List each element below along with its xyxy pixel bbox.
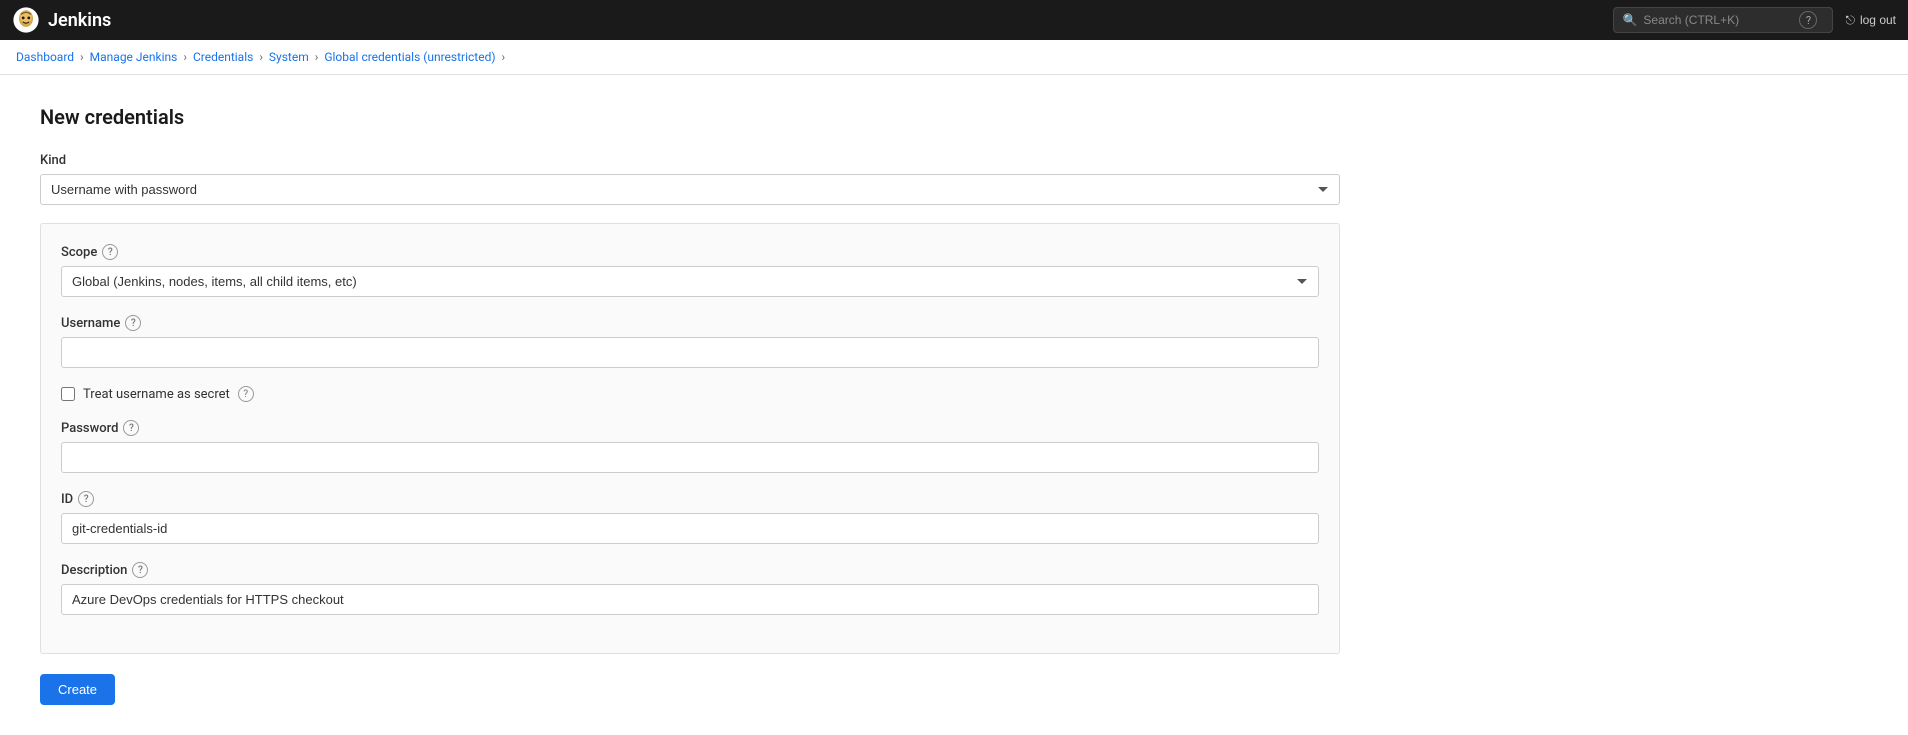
password-input[interactable] (61, 442, 1319, 473)
treat-username-secret-checkbox[interactable] (61, 387, 75, 401)
scope-group: Scope ? Global (Jenkins, nodes, items, a… (61, 244, 1319, 297)
password-help-icon[interactable]: ? (123, 420, 139, 436)
treat-username-help-icon[interactable]: ? (238, 386, 254, 402)
breadcrumb-credentials[interactable]: Credentials (193, 50, 253, 64)
description-input[interactable] (61, 584, 1319, 615)
breadcrumb-manage-jenkins[interactable]: Manage Jenkins (90, 50, 178, 64)
logout-icon: ⎋ (1845, 13, 1855, 28)
id-label: ID ? (61, 491, 1319, 507)
search-icon: 🔍 (1622, 13, 1637, 27)
breadcrumb-sep-4: › (315, 50, 319, 64)
id-group: ID ? (61, 491, 1319, 544)
description-label: Description ? (61, 562, 1319, 578)
username-label-text: Username (61, 316, 120, 331)
breadcrumb: Dashboard › Manage Jenkins › Credentials… (0, 40, 1908, 75)
id-label-text: ID (61, 492, 73, 507)
breadcrumb-sep-5: › (502, 50, 506, 64)
breadcrumb-global-credentials[interactable]: Global credentials (unrestricted) (324, 50, 495, 64)
scope-label-text: Scope (61, 245, 97, 260)
credentials-form: Kind Username with password Secret text … (40, 153, 1340, 705)
header-left: Jenkins (12, 6, 111, 34)
description-group: Description ? (61, 562, 1319, 615)
kind-label-text: Kind (40, 153, 66, 168)
page-title: New credentials (40, 105, 1868, 129)
breadcrumb-system[interactable]: System (269, 50, 309, 64)
jenkins-logo (12, 6, 40, 34)
search-input[interactable] (1643, 13, 1793, 27)
password-label-text: Password (61, 421, 118, 436)
scope-select[interactable]: Global (Jenkins, nodes, items, all child… (61, 266, 1319, 297)
header-right: 🔍 ? ⎋ log out (1613, 7, 1896, 33)
breadcrumb-sep-2: › (183, 50, 187, 64)
breadcrumb-dashboard[interactable]: Dashboard (16, 50, 74, 64)
scope-help-icon[interactable]: ? (102, 244, 118, 260)
description-label-text: Description (61, 563, 127, 578)
username-help-icon[interactable]: ? (125, 315, 141, 331)
app-header: Jenkins 🔍 ? ⎋ log out (0, 0, 1908, 40)
treat-username-secret-label: Treat username as secret (83, 387, 230, 402)
breadcrumb-sep-1: › (80, 50, 84, 64)
kind-label: Kind (40, 153, 1340, 168)
treat-username-secret-row: Treat username as secret ? (61, 386, 1319, 402)
app-title: Jenkins (48, 10, 111, 31)
create-button[interactable]: Create (40, 674, 115, 705)
id-input[interactable] (61, 513, 1319, 544)
scoped-section: Scope ? Global (Jenkins, nodes, items, a… (40, 223, 1340, 654)
scope-label: Scope ? (61, 244, 1319, 260)
id-help-icon[interactable]: ? (78, 491, 94, 507)
breadcrumb-sep-3: › (259, 50, 263, 64)
description-help-icon[interactable]: ? (132, 562, 148, 578)
username-group: Username ? (61, 315, 1319, 368)
password-group: Password ? (61, 420, 1319, 473)
logout-label: log out (1860, 13, 1896, 27)
search-help-icon[interactable]: ? (1799, 11, 1817, 29)
search-box[interactable]: 🔍 ? (1613, 7, 1833, 33)
username-input[interactable] (61, 337, 1319, 368)
kind-select[interactable]: Username with password Secret text Secre… (40, 174, 1340, 205)
username-label: Username ? (61, 315, 1319, 331)
main-content: New credentials Kind Username with passw… (0, 75, 1908, 735)
logout-button[interactable]: ⎋ log out (1845, 13, 1896, 28)
password-label: Password ? (61, 420, 1319, 436)
kind-group: Kind Username with password Secret text … (40, 153, 1340, 205)
